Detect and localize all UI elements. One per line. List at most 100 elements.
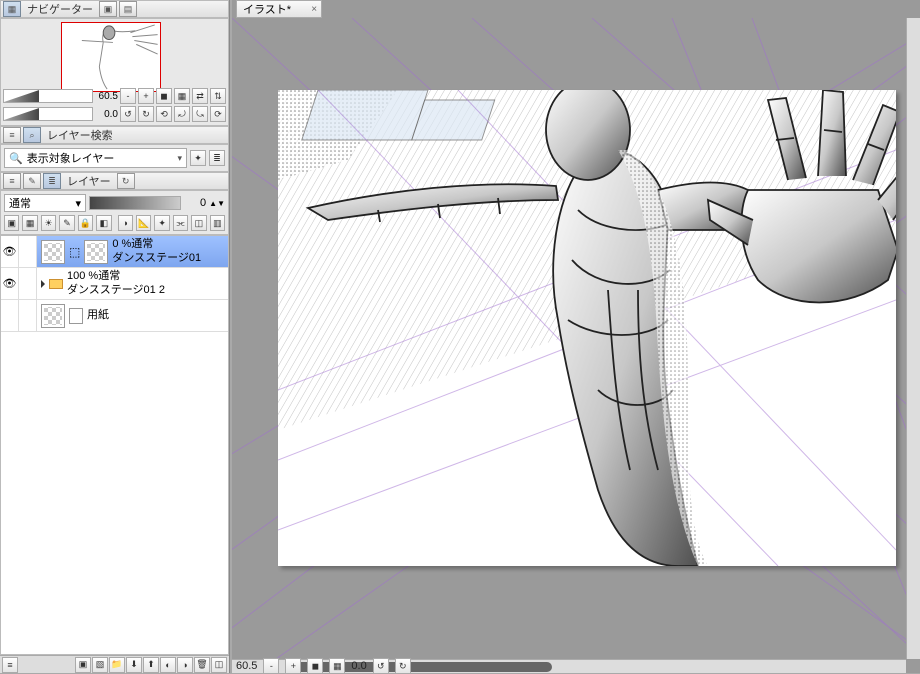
rotate-alt2-icon[interactable]: ⟳ <box>210 106 226 122</box>
layer-fx-icon[interactable]: ✦ <box>154 215 169 231</box>
zoom-in-icon[interactable]: + <box>138 88 154 104</box>
layer-search-header: ≡ ⌕ レイヤー検索 <box>0 126 229 144</box>
status-zoom-out-icon[interactable]: - <box>263 658 279 674</box>
navigator-tab-icon[interactable]: ▦ <box>3 1 21 17</box>
search-scope-icon: 🔍 <box>9 152 23 165</box>
rotate-reset-icon[interactable]: ⟲ <box>156 106 172 122</box>
layer-search-filter-icon[interactable]: ✦ <box>190 150 206 166</box>
lock-layer-icon[interactable]: 🔒 <box>78 215 93 231</box>
zoom-fit-icon[interactable]: ◼ <box>156 88 172 104</box>
blend-mode-label: 通常 <box>9 195 31 211</box>
layer-name: ダンスステージ01 <box>112 252 201 265</box>
visibility-toggle-icon[interactable]: 👁 <box>1 268 19 299</box>
layer-bottom-toolbar: ≡ ▣ ▧ 📁 ⬇ ⬆ ◐ ◑ 🗑 ◫ <box>0 655 229 673</box>
status-100-icon[interactable]: ▦ <box>329 658 345 674</box>
layer-color-icon[interactable]: ◧ <box>96 215 111 231</box>
expand-folder-icon[interactable] <box>41 280 45 288</box>
ruler-icon[interactable]: 📐 <box>136 215 151 231</box>
navigator-body: 60.5 - + ◼ ▦ ⇄ ⇅ 0.0 ↺ ↻ ⟲ ⤾ ⤿ <box>0 18 229 126</box>
layer-row[interactable]: 👁 100 %通常 ダンスステージ01 2 <box>1 268 228 300</box>
canvas-artboard[interactable] <box>278 90 896 566</box>
history-tab-icon[interactable]: ↻ <box>117 173 135 189</box>
brush-tab-icon[interactable]: ✎ <box>23 173 41 189</box>
draft-layer-icon[interactable]: ✎ <box>59 215 74 231</box>
layer-toolbar: 通常 ▾ 0 ▲▼ ▣ ▦ ☀ ✎ 🔒 ◧ ◑ 📐 ✦ ⫘ ◫ ▥ <box>0 190 229 235</box>
layer-tab-icon[interactable]: ≣ <box>43 173 61 189</box>
merge-down-icon[interactable]: ⬆ <box>143 657 159 673</box>
layer-type-3d-icon: ⬚ <box>69 245 80 259</box>
status-rot-cw-icon[interactable]: ↻ <box>395 658 411 674</box>
status-rot-ccw-icon[interactable]: ↺ <box>373 658 389 674</box>
canvas-viewport[interactable] <box>232 18 920 659</box>
horizontal-scrollbar[interactable]: 60.5 - + ◼ ▦ 0.0 ↺ ↻ <box>232 659 906 673</box>
lock-column[interactable] <box>19 268 37 299</box>
layer-mask-new-icon[interactable]: ◐ <box>160 657 176 673</box>
mask-icon[interactable]: ◑ <box>118 215 133 231</box>
two-window-icon[interactable]: ◫ <box>211 657 227 673</box>
layer-search-dropdown[interactable]: 🔍 表示対象レイヤー ▾ <box>4 148 187 168</box>
canvas-status-strip: 60.5 - + ◼ ▦ 0.0 ↺ ↻ <box>232 659 415 673</box>
artwork-3d-figure <box>278 90 896 566</box>
handle-icon[interactable]: ≡ <box>3 173 21 189</box>
apply-mask-icon[interactable]: ◑ <box>177 657 193 673</box>
rotate-ccw-icon[interactable]: ↺ <box>120 106 136 122</box>
layer-panel-title: レイヤー <box>63 173 115 189</box>
layer-palette-icon[interactable]: ◫ <box>191 215 206 231</box>
side-panel: ▦ ナビゲーター ▣ ▤ 60.5 - + ◼ ▦ ⇄ ⇅ <box>0 0 230 673</box>
rotate-alt-icon[interactable]: ⤿ <box>192 106 208 122</box>
rotation-value: 0.0 <box>95 109 118 120</box>
rotate-step-icon[interactable]: ⤾ <box>174 106 190 122</box>
navigator-header: ▦ ナビゲーター ▣ ▤ <box>0 0 229 18</box>
status-fit-icon[interactable]: ◼ <box>307 658 323 674</box>
handle-icon[interactable]: ≡ <box>3 127 21 143</box>
vertical-scrollbar[interactable] <box>906 18 920 659</box>
zoom-out-icon[interactable]: - <box>120 88 136 104</box>
layer-panel-header: ≡ ✎ ≣ レイヤー ↻ <box>0 172 229 190</box>
rotate-cw-icon[interactable]: ↻ <box>138 106 154 122</box>
lock-column[interactable] <box>19 300 37 331</box>
layer-row-body[interactable]: 用紙 <box>37 300 228 331</box>
layer-thumbnail <box>41 240 65 264</box>
layer-list: 👁 ⬚ 0 %通常 ダンスステージ01 👁 100 %通常 ダ <box>0 235 229 655</box>
opacity-slider[interactable] <box>89 196 181 210</box>
visibility-toggle-icon[interactable] <box>1 300 19 331</box>
subview-tab-icon[interactable]: ▣ <box>99 1 117 17</box>
info-tab-icon[interactable]: ▤ <box>119 1 137 17</box>
new-vector-layer-icon[interactable]: ▧ <box>92 657 108 673</box>
layer-misc-icon[interactable]: ▥ <box>210 215 225 231</box>
layer-search-options-icon[interactable]: ≣ <box>209 150 225 166</box>
layer-search-tab-icon[interactable]: ⌕ <box>23 127 41 143</box>
transfer-down-icon[interactable]: ⬇ <box>126 657 142 673</box>
zoom-value: 60.5 <box>95 91 118 102</box>
clip-mask-icon[interactable]: ▣ <box>4 215 19 231</box>
canvas-area: イラスト* × <box>232 0 920 673</box>
zoom-slider[interactable] <box>3 89 93 103</box>
flip-v-icon[interactable]: ⇅ <box>210 88 226 104</box>
layer-search-dropdown-label: 表示対象レイヤー <box>27 150 115 166</box>
visibility-toggle-icon[interactable]: 👁 <box>1 236 19 267</box>
layer-thumbnail <box>41 304 65 328</box>
delete-layer-icon[interactable]: 🗑 <box>194 657 210 673</box>
navigator-thumbnail[interactable] <box>61 22 161 92</box>
new-folder-icon[interactable]: 📁 <box>109 657 125 673</box>
opacity-stepper-icon[interactable]: ▲▼ <box>209 200 225 207</box>
layer-name: 用紙 <box>87 309 109 322</box>
close-tab-icon[interactable]: × <box>311 4 317 15</box>
layer-row-body[interactable]: ⬚ 0 %通常 ダンスステージ01 <box>37 236 228 267</box>
new-raster-layer-icon[interactable]: ▣ <box>75 657 91 673</box>
blend-mode-dropdown[interactable]: 通常 ▾ <box>4 194 86 212</box>
document-tab-title: イラスト* <box>243 1 291 17</box>
lock-column[interactable] <box>19 236 37 267</box>
zoom-100-icon[interactable]: ▦ <box>174 88 190 104</box>
lock-alpha-icon[interactable]: ▦ <box>22 215 37 231</box>
layer-link-icon[interactable]: ⫘ <box>173 215 188 231</box>
layer-row-body[interactable]: 100 %通常 ダンスステージ01 2 <box>37 268 228 299</box>
palette-menu-icon[interactable]: ≡ <box>2 657 18 673</box>
status-zoom-in-icon[interactable]: + <box>285 658 301 674</box>
flip-h-icon[interactable]: ⇄ <box>192 88 208 104</box>
rotation-slider[interactable] <box>3 107 93 121</box>
layer-row[interactable]: 👁 ⬚ 0 %通常 ダンスステージ01 <box>1 236 228 268</box>
reference-layer-icon[interactable]: ☀ <box>41 215 56 231</box>
layer-row[interactable]: 用紙 <box>1 300 228 332</box>
document-tab[interactable]: イラスト* × <box>236 0 322 18</box>
